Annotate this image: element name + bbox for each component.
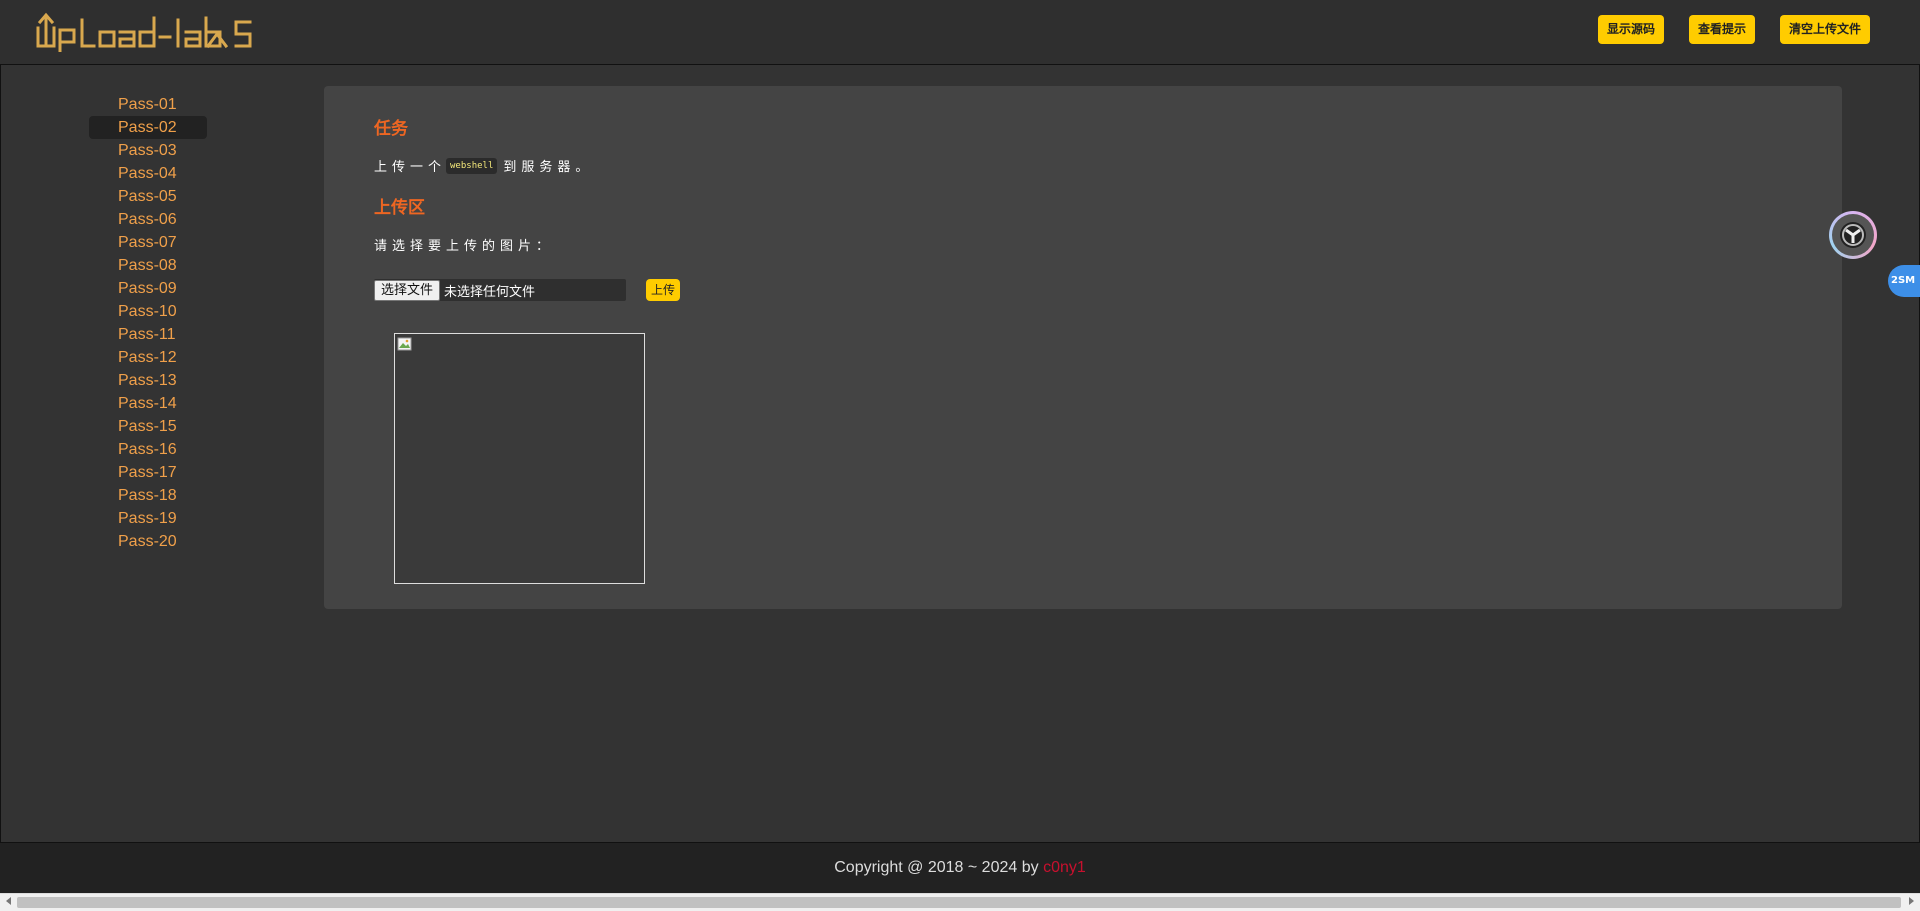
clear-uploads-button[interactable]: 清空上传文件 — [1779, 15, 1870, 44]
sidebar-item-pass-20[interactable]: Pass-20 — [89, 530, 207, 553]
page-footer: Copyright @ 2018 ~ 2024 by c0ny1 — [0, 843, 1920, 893]
sidebar-item-pass-16[interactable]: Pass-16 — [89, 438, 207, 461]
sidebar-item-pass-03[interactable]: Pass-03 — [89, 139, 207, 162]
sidebar-item-pass-18[interactable]: Pass-18 — [89, 484, 207, 507]
file-input[interactable]: 选择文件 未选择任何文件 — [374, 279, 626, 301]
scroll-left-arrow-icon[interactable] — [6, 897, 11, 905]
broken-image-icon — [397, 337, 412, 351]
task-title: 任务 — [374, 119, 408, 139]
challenge-panel: 任务 上传一个 webshell 到服务器。 上传区 请选择要上传的图片： 选择… — [324, 86, 1842, 609]
sidebar-item-pass-15[interactable]: Pass-15 — [89, 415, 207, 438]
logo[interactable]: UpLoad-labs — [36, 10, 264, 52]
sidebar-item-pass-06[interactable]: Pass-06 — [89, 208, 207, 231]
task-code-tag: webshell — [446, 157, 498, 174]
sidebar-item-pass-13[interactable]: Pass-13 — [89, 369, 207, 392]
sidebar-item-pass-09[interactable]: Pass-09 — [89, 277, 207, 300]
upload-preview-image — [394, 333, 645, 584]
sidebar-nav: Pass-01 Pass-02 Pass-03 Pass-04 Pass-05 … — [89, 93, 207, 553]
side-floating-chip[interactable]: 2SM — [1888, 265, 1920, 297]
horizontal-scrollbar[interactable] — [0, 893, 1920, 911]
sidebar-item-pass-02[interactable]: Pass-02 — [89, 116, 207, 139]
sidebar-item-pass-19[interactable]: Pass-19 — [89, 507, 207, 530]
sidebar-item-pass-14[interactable]: Pass-14 — [89, 392, 207, 415]
sidebar-item-pass-05[interactable]: Pass-05 — [89, 185, 207, 208]
view-hint-button[interactable]: 查看提示 — [1688, 15, 1755, 44]
logo-wordmark-icon — [36, 12, 252, 52]
floating-badge-inner — [1832, 214, 1874, 256]
task-description: 上传一个 webshell 到服务器。 — [374, 156, 593, 175]
upload-button[interactable]: 上传 — [646, 279, 681, 301]
task-text-after: 到服务器。 — [503, 160, 594, 175]
task-text-before: 上传一个 — [374, 160, 447, 175]
main-content: Pass-01 Pass-02 Pass-03 Pass-04 Pass-05 … — [0, 65, 1920, 843]
header-actions: 显示源码 查看提示 清空上传文件 — [1597, 15, 1870, 44]
upload-form: 选择文件 未选择任何文件 上传 — [374, 279, 681, 301]
choose-file-button[interactable]: 选择文件 — [374, 279, 441, 301]
floating-assistant-badge[interactable] — [1829, 211, 1877, 259]
sidebar-item-pass-04[interactable]: Pass-04 — [89, 162, 207, 185]
upload-prompt: 请选择要上传的图片： — [374, 239, 555, 254]
show-source-button[interactable]: 显示源码 — [1597, 15, 1664, 44]
sidebar-item-pass-17[interactable]: Pass-17 — [89, 461, 207, 484]
assistant-logo-icon — [1840, 222, 1866, 248]
author-link[interactable]: c0ny1 — [1043, 859, 1086, 876]
sidebar-item-pass-11[interactable]: Pass-11 — [89, 323, 207, 346]
sidebar-item-pass-01[interactable]: Pass-01 — [89, 93, 207, 116]
copyright-text: Copyright @ 2018 ~ 2024 by — [834, 859, 1044, 876]
file-status-text: 未选择任何文件 — [444, 284, 536, 300]
sidebar-item-pass-12[interactable]: Pass-12 — [89, 346, 207, 369]
sidebar-item-pass-07[interactable]: Pass-07 — [89, 231, 207, 254]
scrollbar-thumb[interactable] — [17, 897, 1901, 908]
sidebar-item-pass-10[interactable]: Pass-10 — [89, 300, 207, 323]
sidebar-item-pass-08[interactable]: Pass-08 — [89, 254, 207, 277]
upload-area-title: 上传区 — [374, 198, 425, 218]
scroll-right-arrow-icon[interactable] — [1909, 897, 1914, 905]
top-header: UpLoad-labs — [0, 0, 1920, 65]
